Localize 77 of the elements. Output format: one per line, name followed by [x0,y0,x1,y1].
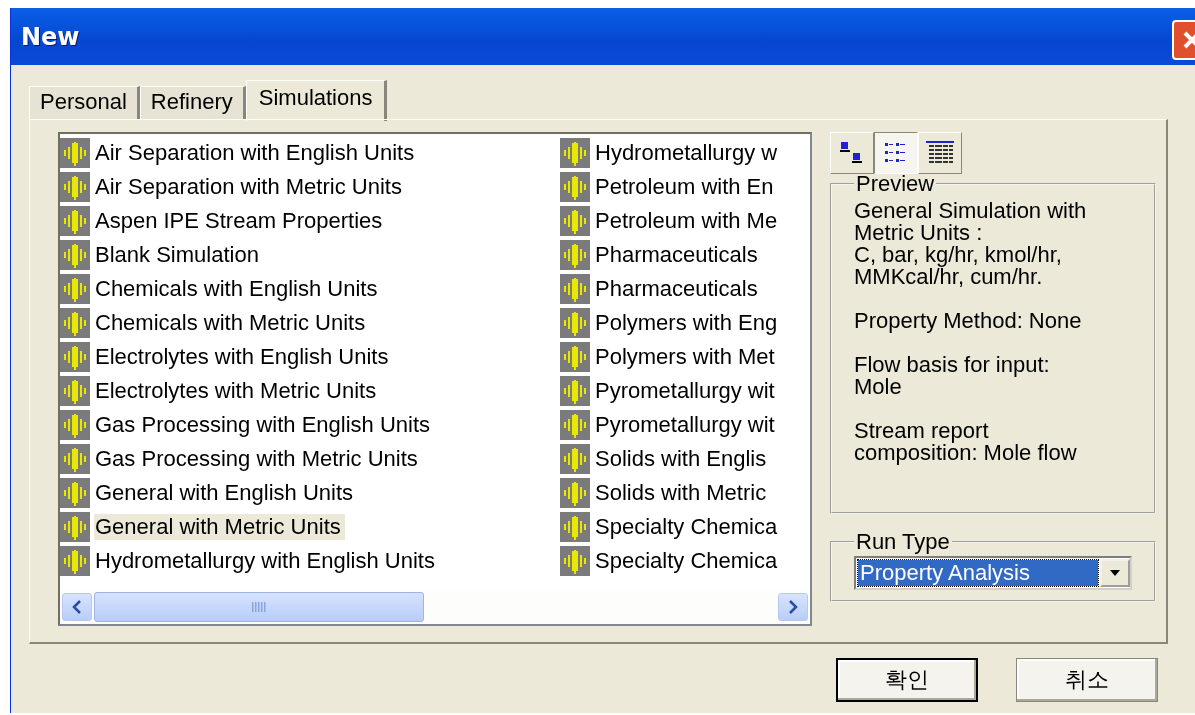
chevron-left-icon [72,600,82,614]
preview-text: General Simulation with Metric Units : C, bar, kg/hr, kmol/hr, MMKcal/hr, cum/hr. [854,200,1088,288]
tab[interactable]: Personal [29,86,140,119]
template-icon [60,444,90,474]
template-icon [560,240,590,270]
template-item[interactable]: Chemicals with Metric Units [94,310,370,336]
template-icon [560,478,590,508]
scroll-left-button[interactable] [62,593,92,621]
template-icon [560,206,590,236]
template-icon [60,138,90,168]
template-icon [560,410,590,440]
template-item[interactable]: Petroleum with En [594,174,778,200]
template-icon [60,308,90,338]
template-icon [60,546,90,576]
template-icon [60,512,90,542]
template-icon [560,172,590,202]
template-item[interactable]: Polymers with Eng [594,310,782,336]
template-item[interactable]: General with Metric Units [94,514,345,540]
template-icon [60,410,90,440]
template-icon [60,342,90,372]
horizontal-scrollbar[interactable] [60,590,810,624]
template-icon [60,172,90,202]
template-item[interactable]: Pyrometallurgy wit [594,412,779,438]
template-icon [560,274,590,304]
template-icon [60,206,90,236]
dropdown-button[interactable] [1100,559,1130,587]
template-item[interactable]: Aspen IPE Stream Properties [94,208,387,234]
chevron-right-icon [788,600,798,614]
template-item[interactable]: Petroleum with Me [594,208,782,234]
group-title: Run Type [855,532,951,552]
template-icon [560,376,590,406]
window-title: New [21,22,80,51]
scroll-thumb[interactable] [94,592,424,622]
template-item[interactable]: General with English Units [94,480,357,506]
template-item[interactable]: Solids with Englis [594,446,771,472]
template-icon [60,274,90,304]
template-item[interactable]: Hydrometallurgy w [594,140,782,166]
template-item[interactable]: Pyrometallurgy wit [594,378,779,404]
preview-text: Stream report composition: Mole flow [854,420,1078,464]
template-icon [560,308,590,338]
group-title: Preview [855,174,936,194]
template-icon [60,376,90,406]
preview-text: Property Method: None [854,310,1083,332]
dropdown-value: Property Analysis [858,560,1098,586]
template-item[interactable]: Air Separation with Metric Units [94,174,406,200]
template-item[interactable]: Chemicals with English Units [94,276,382,302]
template-item[interactable]: Pharmaceuticals [594,276,762,302]
template-icon [60,478,90,508]
view-button[interactable] [874,132,918,174]
template-item[interactable]: Gas Processing with Metric Units [94,446,422,472]
template-item[interactable]: Blank Simulation [94,242,263,268]
template-item[interactable]: Air Separation with English Units [94,140,419,166]
template-icon [560,546,590,576]
template-icon [560,512,590,542]
template-item[interactable]: Pharmaceuticals [594,242,762,268]
cancel-button[interactable]: 취소 [1016,658,1158,702]
template-icon [560,138,590,168]
large-icons-icon [839,140,865,166]
template-icon [560,444,590,474]
preview-text: Flow basis for input: Mole [854,354,1051,398]
template-item[interactable]: Hydrometallurgy with English Units [94,548,439,574]
template-icon [60,240,90,270]
run-type-dropdown[interactable]: Property Analysis [854,556,1132,590]
tab[interactable]: Refinery [139,86,246,119]
tab[interactable]: Simulations [245,80,388,121]
template-item[interactable]: Gas Processing with English Units [94,412,435,438]
caret-icon [1109,569,1121,577]
template-item[interactable]: Solids with Metric [594,480,771,506]
template-item[interactable]: Specialty Chemica [594,548,782,574]
scroll-right-button[interactable] [778,593,808,621]
template-item[interactable]: Electrolytes with English Units [94,344,393,370]
template-item[interactable]: Polymers with Met [594,344,779,370]
template-item[interactable]: Specialty Chemica [594,514,782,540]
grip-icon [251,602,267,612]
ok-button[interactable]: 확인 [836,658,978,702]
template-icon [560,342,590,372]
template-item[interactable]: Electrolytes with Metric Units [94,378,381,404]
